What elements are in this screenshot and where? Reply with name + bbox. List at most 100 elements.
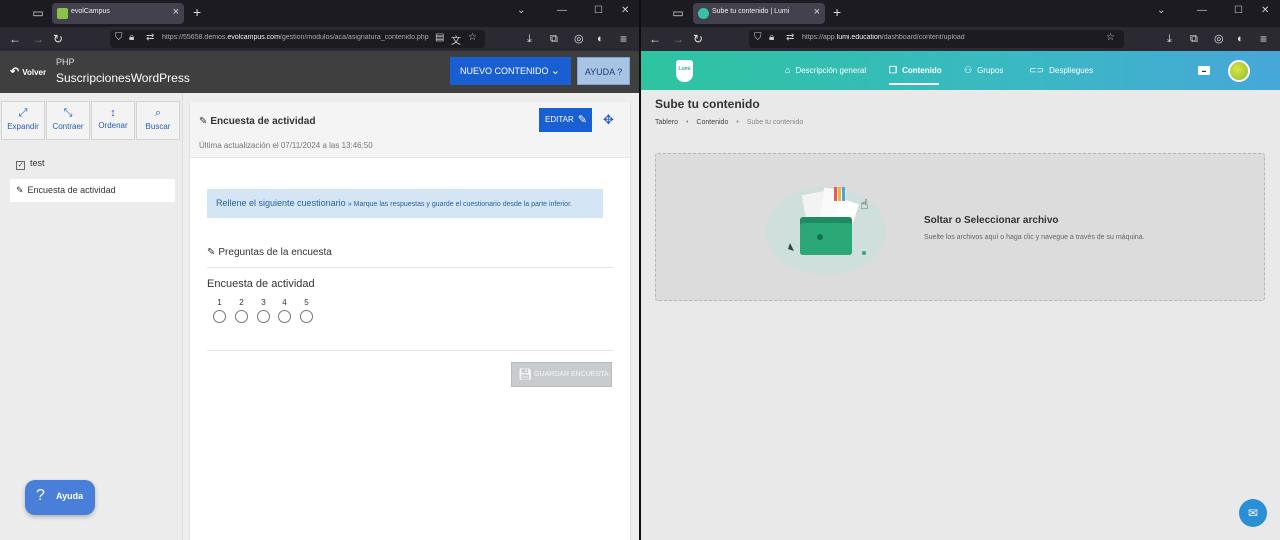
- edit-note-icon: ✎: [16, 185, 24, 195]
- scale-option-1[interactable]: 1: [213, 298, 226, 323]
- lumi-favicon-icon: [698, 8, 709, 19]
- breadcrumb-dashboard[interactable]: Tablero: [655, 119, 678, 126]
- radio-button[interactable]: [278, 310, 291, 323]
- menu-icon[interactable]: ≡: [1260, 31, 1267, 47]
- back-label: Volver: [22, 68, 47, 77]
- nav-label: Descripción general: [795, 66, 867, 75]
- downloads-icon[interactable]: ⤓: [1167, 31, 1172, 47]
- edit-note-icon: ✎: [207, 247, 216, 258]
- scale-option-3[interactable]: 3: [257, 298, 270, 323]
- course-category: PHP: [56, 57, 75, 67]
- new-content-label: NUEVO CONTENIDO: [460, 66, 549, 76]
- nav-label: Grupos: [977, 66, 1004, 75]
- reader-view-icon[interactable]: ▤: [435, 32, 444, 43]
- save-icon: 💾︎: [518, 369, 532, 381]
- scale-option-2[interactable]: 2: [235, 298, 248, 323]
- course-title: SuscripcionesWordPress: [56, 71, 190, 85]
- new-tab-icon[interactable]: +: [833, 4, 841, 20]
- back-arrow-icon: ↶: [10, 66, 20, 78]
- edit-button[interactable]: EDITAR ✎: [539, 108, 592, 132]
- expand-button[interactable]: ⤢ Expandir: [1, 101, 45, 140]
- close-window-icon[interactable]: ✕: [1261, 5, 1269, 16]
- tab-evolcampus[interactable]: evolCampus ×: [52, 3, 184, 24]
- lock-icon[interactable]: 🔒︎: [129, 32, 134, 43]
- move-icon[interactable]: ✥: [603, 112, 614, 128]
- back-icon[interactable]: ←: [649, 31, 661, 47]
- list-tabs-icon[interactable]: ⌄: [517, 5, 525, 16]
- new-content-button[interactable]: NUEVO CONTENIDO ⌄: [450, 57, 571, 85]
- reload-icon[interactable]: ↻: [53, 31, 63, 47]
- tab-manager-icon[interactable]: ▭: [670, 5, 686, 21]
- collapse-button[interactable]: ⤡ Contraer: [46, 101, 90, 140]
- menu-icon[interactable]: ≡: [620, 31, 627, 47]
- reload-icon[interactable]: ↻: [693, 31, 703, 47]
- copy-icon: ❐: [889, 65, 898, 75]
- chat-icon[interactable]: ✉: [1239, 499, 1267, 527]
- scale-label: 1: [217, 298, 222, 307]
- avatar[interactable]: [1228, 60, 1250, 82]
- nav-bar: ← → ↻ ⛉ 🔒︎ ⇄ https://55658.demos.evolcam…: [0, 27, 639, 51]
- account-icon[interactable]: ◎: [1214, 31, 1224, 47]
- save-survey-button[interactable]: 💾︎ GUARDAR ENCUESTA: [511, 362, 612, 387]
- permissions-icon[interactable]: ⇄: [146, 32, 154, 43]
- extensions-icon[interactable]: ⧉: [550, 31, 558, 47]
- tree-item-test[interactable]: ✓ test: [10, 152, 175, 175]
- tab-manager-icon[interactable]: ▭: [30, 5, 46, 21]
- permissions-icon[interactable]: ⇄: [786, 32, 794, 43]
- radio-button[interactable]: [235, 310, 248, 323]
- radio-button[interactable]: [257, 310, 270, 323]
- checkbox-icon: ✓: [16, 161, 25, 170]
- forward-icon[interactable]: →: [32, 31, 44, 47]
- bookmark-star-icon[interactable]: ☆: [468, 32, 477, 43]
- new-tab-icon[interactable]: +: [193, 4, 201, 20]
- hand-cursor-icon: ☝︎: [860, 196, 869, 212]
- addon-icon[interactable]: ◐: [1237, 31, 1244, 47]
- sort-button[interactable]: ↕ Ordenar: [91, 101, 135, 140]
- nav-deployments[interactable]: ⊂⊃ Despliegues: [1029, 65, 1093, 76]
- shield-icon[interactable]: ⛉: [754, 32, 762, 43]
- lock-icon[interactable]: 🔒︎: [769, 32, 774, 43]
- scale-label: 3: [261, 298, 266, 307]
- scale-option-5[interactable]: 5: [300, 298, 313, 323]
- bookmark-star-icon[interactable]: ☆: [1106, 32, 1115, 43]
- nav-content[interactable]: ❐ Contenido: [889, 65, 942, 76]
- close-tab-icon[interactable]: ×: [814, 6, 820, 18]
- forward-icon[interactable]: →: [672, 31, 684, 47]
- dropzone-title: Soltar o Seleccionar archivo: [924, 215, 1059, 226]
- close-window-icon[interactable]: ✕: [621, 5, 629, 16]
- maximize-icon[interactable]: ☐: [1234, 5, 1243, 16]
- divider: [207, 350, 613, 351]
- breadcrumb-content[interactable]: Contenido: [696, 119, 728, 126]
- help-button[interactable]: ? Ayuda: [25, 480, 95, 515]
- back-icon[interactable]: ←: [9, 31, 21, 47]
- help-top-button[interactable]: AYUDA ?: [577, 57, 630, 85]
- extensions-icon[interactable]: ⧉: [1190, 31, 1198, 47]
- home-icon: ⌂: [785, 65, 791, 75]
- radio-button[interactable]: [213, 310, 226, 323]
- evolcampus-favicon-icon: [57, 8, 68, 19]
- minimize-icon[interactable]: —: [557, 5, 567, 16]
- url-bar[interactable]: ⛉ 🔒︎ ⇄ https://app.lumi.education/dashbo…: [749, 30, 1124, 48]
- radio-button[interactable]: [300, 310, 313, 323]
- language-flag-icon[interactable]: ▬: [1198, 66, 1210, 75]
- downloads-icon[interactable]: ⤓: [527, 31, 532, 47]
- maximize-icon[interactable]: ☐: [594, 5, 603, 16]
- close-tab-icon[interactable]: ×: [173, 6, 179, 18]
- translate-icon[interactable]: 文: [451, 32, 461, 47]
- addon-icon[interactable]: ◐: [597, 31, 604, 47]
- lumi-logo[interactable]: Lumi: [676, 60, 693, 82]
- tab-lumi[interactable]: Sube tu contenido | Lumi ×: [693, 3, 825, 24]
- search-button[interactable]: ⌕ Buscar: [136, 101, 180, 140]
- list-tabs-icon[interactable]: ⌄: [1157, 5, 1165, 16]
- minimize-icon[interactable]: —: [1197, 5, 1207, 16]
- back-button[interactable]: ↶ Volver: [10, 65, 46, 78]
- tree-item-survey[interactable]: ✎ Encuesta de actividad: [10, 179, 175, 202]
- shield-icon[interactable]: ⛉: [115, 32, 123, 43]
- account-icon[interactable]: ◎: [574, 31, 584, 47]
- url-bar[interactable]: ⛉ 🔒︎ ⇄ https://55658.demos.evolcampus.co…: [110, 30, 485, 48]
- breadcrumb-separator: •: [685, 119, 689, 126]
- nav-groups[interactable]: ⚇ Grupos: [964, 65, 1003, 76]
- scale-option-4[interactable]: 4: [278, 298, 291, 323]
- nav-overview[interactable]: ⌂ Descripción general: [785, 65, 866, 75]
- file-dropzone[interactable]: Soltar o Seleccionar archivo Suelte los …: [655, 153, 1265, 301]
